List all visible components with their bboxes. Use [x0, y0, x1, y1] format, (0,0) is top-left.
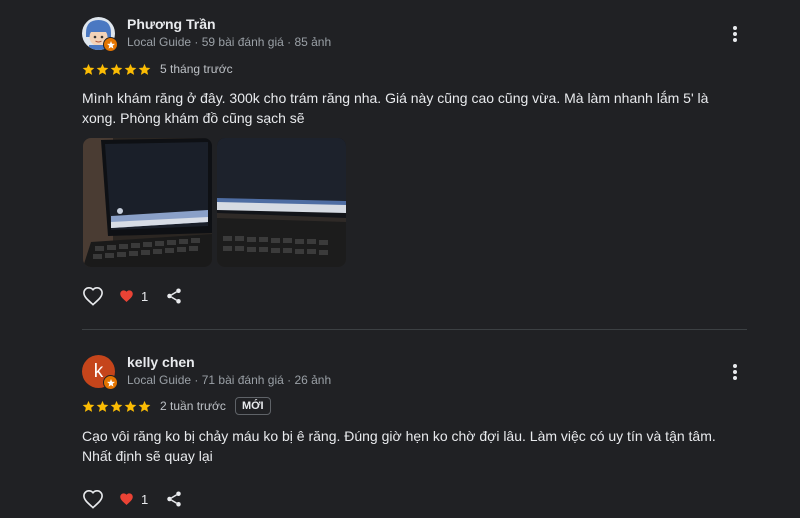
reviewer-name[interactable]: Phương Trần: [127, 16, 216, 32]
heart-count: 1: [141, 288, 149, 304]
star-rating: [82, 400, 151, 413]
review-time: 5 tháng trước: [160, 62, 233, 76]
reviewer-meta[interactable]: Local Guide · 59 bài đánh giá · 85 ảnh: [127, 35, 331, 49]
review-time: 2 tuần trước: [160, 399, 226, 413]
heart-icon: [120, 290, 133, 302]
star-icon: [138, 400, 151, 412]
reactions[interactable]: 1: [119, 492, 148, 507]
review-photo[interactable]: [217, 138, 346, 267]
star-icon: [124, 400, 137, 412]
review-text: Mình khám răng ở đây. 300k cho trám răng…: [82, 90, 709, 126]
star-rating: [82, 63, 151, 76]
reviewer-avatar[interactable]: k: [82, 355, 118, 390]
divider: [82, 329, 747, 330]
reviewer-avatar[interactable]: [82, 17, 118, 52]
star-icon: [82, 63, 95, 75]
laptop-photo-2-icon: [217, 138, 346, 267]
local-guide-badge-icon: [103, 375, 118, 390]
reactions[interactable]: 1: [119, 289, 148, 304]
review-photo[interactable]: [83, 138, 212, 267]
star-icon: [110, 400, 123, 412]
new-badge: MỚI: [235, 397, 271, 415]
heart-icon: [120, 493, 133, 505]
laptop-photo-1-icon: [83, 138, 212, 267]
local-guide-badge-icon: [103, 37, 118, 52]
star-icon: [96, 400, 109, 412]
more-options-icon[interactable]: [727, 362, 743, 382]
review-actions: 1: [82, 286, 183, 306]
star-icon: [138, 63, 151, 75]
share-icon[interactable]: [165, 490, 183, 508]
like-outline-icon[interactable]: [82, 489, 104, 509]
review-text: Cạo vôi răng ko bị chảy máu ko bị ê răng…: [82, 428, 716, 464]
star-icon: [110, 63, 123, 75]
reviewer-meta[interactable]: Local Guide · 71 bài đánh giá · 26 ảnh: [127, 373, 331, 387]
share-icon[interactable]: [165, 287, 183, 305]
like-outline-icon[interactable]: [82, 286, 104, 306]
star-icon: [96, 63, 109, 75]
heart-count: 1: [141, 491, 149, 507]
star-icon: [82, 400, 95, 412]
star-icon: [124, 63, 137, 75]
review-actions: 1: [82, 489, 183, 509]
more-options-icon[interactable]: [727, 24, 743, 44]
reviewer-name[interactable]: kelly chen: [127, 354, 195, 370]
